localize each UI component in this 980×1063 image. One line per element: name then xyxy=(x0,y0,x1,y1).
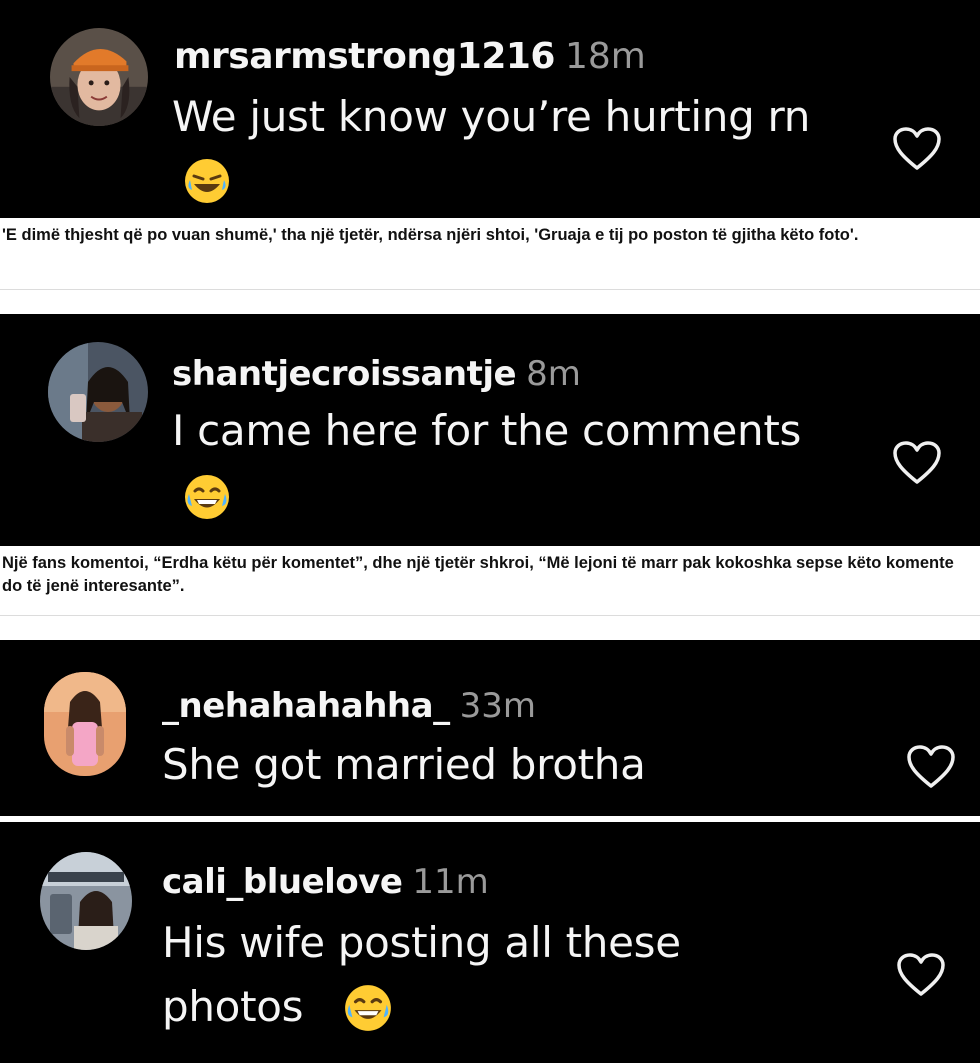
comment-username[interactable]: cali_bluelove 11m xyxy=(162,862,489,902)
comment-text-line2: photos xyxy=(162,982,304,1031)
comment-text: I came here for the comments xyxy=(172,406,802,455)
comment-text: photos xyxy=(162,982,304,1031)
avatar[interactable] xyxy=(44,672,126,776)
username-text[interactable]: cali_bluelove xyxy=(162,862,403,902)
comment-text: We just know you’re hurting rn xyxy=(172,92,811,141)
avatar[interactable] xyxy=(48,342,148,442)
laughing-emoji-icon xyxy=(182,156,232,206)
heart-outline-icon[interactable] xyxy=(892,440,942,486)
comment-username[interactable]: shantjecroissantje 8m xyxy=(172,354,581,394)
article-caption: Një fans komentoi, “Erdha këtu për komen… xyxy=(0,546,980,616)
avatar[interactable] xyxy=(40,852,132,950)
laughing-emoji-icon xyxy=(182,472,232,522)
comment-username[interactable]: _nehahahahha_ 33m xyxy=(162,686,536,726)
comment-time: 33m xyxy=(459,686,536,726)
comment-time: 11m xyxy=(412,862,489,902)
article-caption: 'E dimë thjesht që po vuan shumë,' tha n… xyxy=(0,218,980,290)
comment-card: _nehahahahha_ 33m She got married brotha xyxy=(0,640,980,816)
comment-username[interactable]: mrsarmstrong1216 18m xyxy=(174,36,646,77)
comment-time: 8m xyxy=(526,354,581,394)
comment-text: She got married brotha xyxy=(162,740,646,789)
heart-outline-icon[interactable] xyxy=(892,126,942,172)
comment-card: cali_bluelove 11m His wife posting all th… xyxy=(0,822,980,1063)
comment-card: shantjecroissantje 8m I came here for the… xyxy=(0,314,980,546)
username-text[interactable]: mrsarmstrong1216 xyxy=(174,36,555,77)
username-text[interactable]: shantjecroissantje xyxy=(172,354,517,394)
comment-time: 18m xyxy=(564,36,646,77)
heart-outline-icon[interactable] xyxy=(896,952,946,998)
comment-text: His wife posting all these xyxy=(162,918,681,967)
avatar[interactable] xyxy=(50,28,148,126)
heart-outline-icon[interactable] xyxy=(906,744,956,790)
username-text[interactable]: _nehahahahha_ xyxy=(162,686,450,726)
comment-card: mrsarmstrong1216 18m We just know you’re … xyxy=(0,0,980,218)
laughing-emoji-icon xyxy=(342,982,394,1034)
